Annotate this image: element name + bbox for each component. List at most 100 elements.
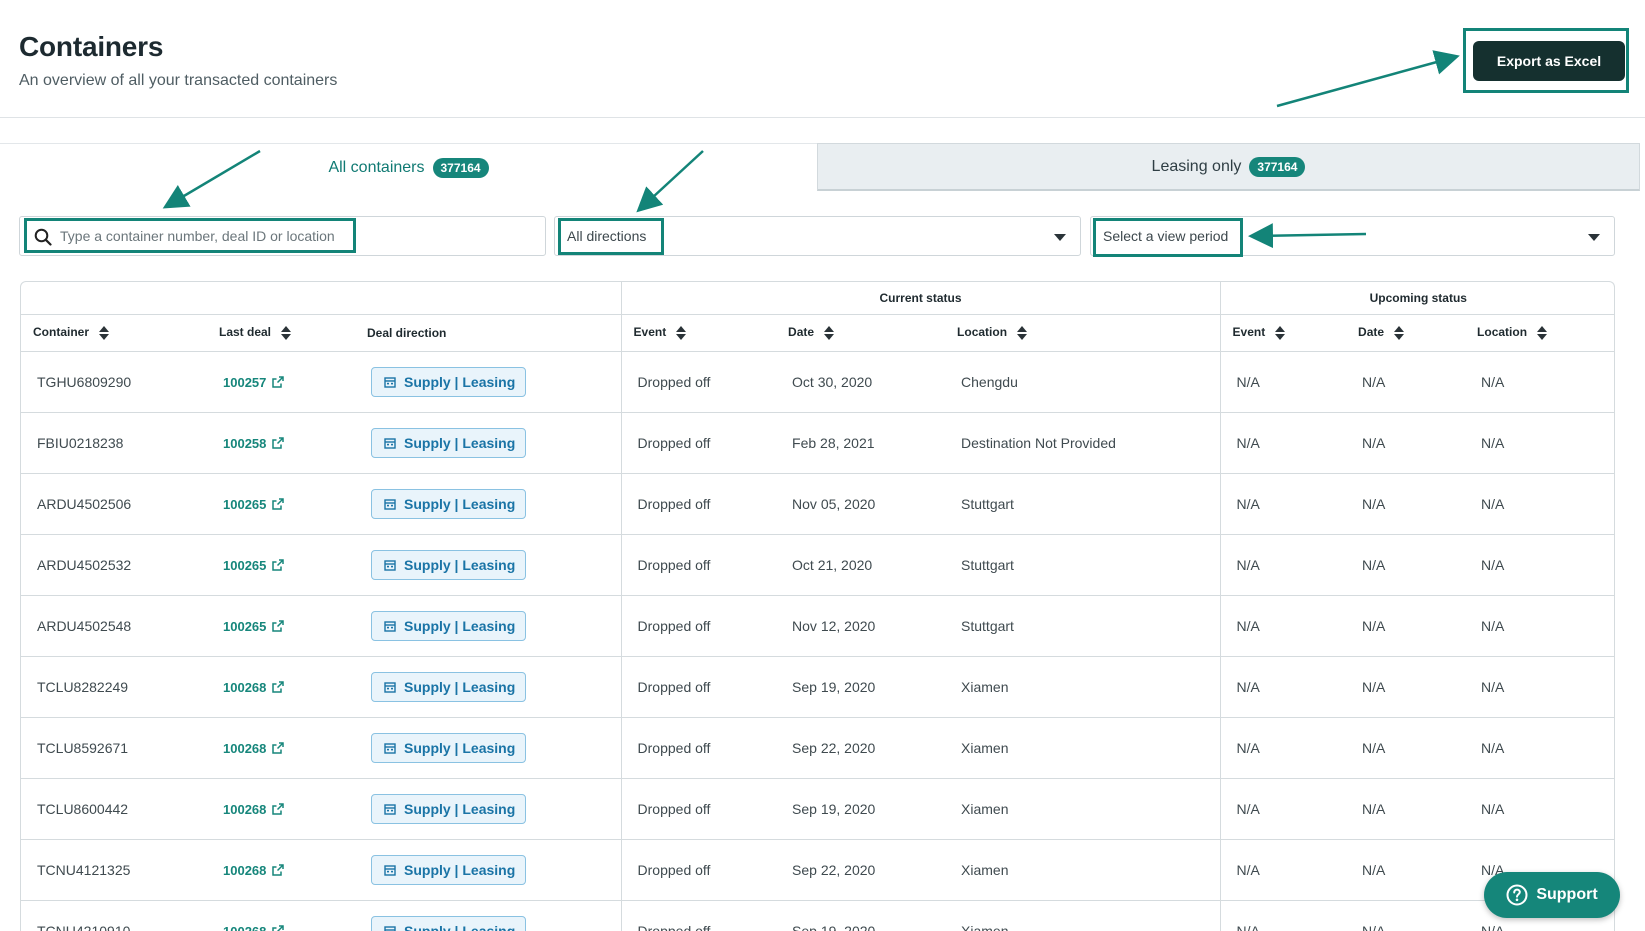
deal-direction-cell: Supply | Leasing	[355, 717, 622, 779]
chevron-down-icon	[1054, 234, 1066, 241]
column-header-deal-direction: Deal direction	[355, 314, 622, 352]
table-row[interactable]: TCLU8600442 100268 Supply | Leasing Drop…	[21, 778, 1614, 840]
tab-label: Leasing only	[1151, 157, 1242, 175]
sort-icon[interactable]	[1394, 325, 1405, 340]
sort-icon[interactable]	[1275, 325, 1286, 340]
upcoming-location: N/A	[1465, 778, 1614, 840]
search-input[interactable]	[60, 218, 480, 254]
deal-link[interactable]: 100265	[223, 558, 285, 573]
deal-direction-cell: Supply | Leasing	[355, 412, 622, 474]
column-header-last-deal[interactable]: Last deal	[207, 314, 355, 352]
upcoming-date: N/A	[1346, 351, 1466, 413]
current-date: Nov 12, 2020	[776, 595, 946, 657]
table-row[interactable]: TGHU6809290 100257 Supply | Leasing Drop…	[21, 351, 1614, 413]
deal-link[interactable]: 100268	[223, 863, 285, 878]
upcoming-location: N/A	[1465, 656, 1614, 718]
table-body: TGHU6809290 100257 Supply | Leasing Drop…	[21, 351, 1614, 931]
external-link-icon	[272, 376, 285, 388]
current-date: Sep 19, 2020	[776, 656, 946, 718]
last-deal-cell: 100265	[207, 534, 355, 596]
last-deal-cell: 100268	[207, 839, 355, 901]
page-title: Containers	[19, 31, 164, 62]
current-event: Dropped off	[620, 534, 777, 596]
column-label: Location	[1477, 325, 1528, 340]
deal-direction-pill: Supply | Leasing	[371, 793, 527, 824]
container-number: TCLU8592671	[21, 717, 207, 779]
deal-link[interactable]: 100258	[223, 436, 285, 451]
support-button[interactable]: Support	[1484, 872, 1620, 918]
deal-link[interactable]: 100268	[223, 680, 285, 695]
table-row[interactable]: ARDU4502506 100265 Supply | Leasing Drop…	[21, 473, 1614, 535]
tab-leasing-only[interactable]: Leasing only 377164	[817, 143, 1640, 191]
column-header-upcoming-date[interactable]: Date	[1346, 314, 1466, 352]
table-row[interactable]: TCLU8282249 100268 Supply | Leasing Drop…	[21, 656, 1614, 718]
deal-link[interactable]: 100268	[223, 924, 285, 931]
support-label: Support	[1536, 886, 1598, 903]
upcoming-event: N/A	[1219, 412, 1347, 474]
search-field[interactable]	[19, 216, 546, 256]
current-location: Xiamen	[945, 778, 1221, 840]
table-row[interactable]: FBIU0218238 100258 Supply | Leasing Drop…	[21, 412, 1614, 474]
current-event: Dropped off	[620, 717, 777, 779]
current-event: Dropped off	[620, 900, 777, 931]
chevron-down-icon	[1588, 234, 1600, 241]
sort-icon[interactable]	[1017, 325, 1028, 340]
sort-icon[interactable]	[676, 325, 687, 340]
sort-icon[interactable]	[281, 325, 292, 340]
upcoming-location: N/A	[1465, 351, 1614, 413]
current-event: Dropped off	[620, 778, 777, 840]
column-header-date[interactable]: Date	[776, 314, 946, 352]
table-row[interactable]: ARDU4502548 100265 Supply | Leasing Drop…	[21, 595, 1614, 657]
current-date: Feb 28, 2021	[776, 412, 946, 474]
deal-direction-pill: Supply | Leasing	[371, 854, 527, 885]
upcoming-event: N/A	[1219, 839, 1347, 901]
column-header-upcoming-location[interactable]: Location	[1465, 314, 1614, 352]
sort-icon[interactable]	[1537, 325, 1548, 340]
count-badge: 377164	[432, 157, 489, 178]
export-excel-button[interactable]: Export as Excel	[1473, 41, 1625, 81]
direction-select[interactable]: All directions	[554, 216, 1081, 256]
table-row[interactable]: TCNU4210910 100268 Supply | Leasing Drop…	[21, 900, 1614, 931]
deal-direction-cell: Supply | Leasing	[355, 473, 622, 535]
deal-direction-cell: Supply | Leasing	[355, 351, 622, 413]
column-label: Event	[633, 325, 667, 340]
page-header: Containers An overview of all your trans…	[0, 0, 1645, 118]
table-row[interactable]: TCNU4121325 100268 Supply | Leasing Drop…	[21, 839, 1614, 901]
calendar-icon	[384, 803, 396, 815]
deal-link[interactable]: 100265	[223, 497, 285, 512]
current-date: Sep 19, 2020	[776, 778, 946, 840]
column-header-location[interactable]: Location	[945, 314, 1221, 352]
sort-icon[interactable]	[99, 325, 110, 340]
column-header-upcoming-event[interactable]: Event	[1219, 314, 1347, 352]
upcoming-location: N/A	[1465, 717, 1614, 779]
current-location: Xiamen	[945, 900, 1221, 931]
view-period-select-value: Select a view period	[1103, 228, 1229, 244]
upcoming-date: N/A	[1346, 412, 1466, 474]
upcoming-event: N/A	[1219, 778, 1347, 840]
deal-link[interactable]: 100257	[223, 375, 285, 390]
sort-icon[interactable]	[824, 325, 835, 340]
table-row[interactable]: ARDU4502532 100265 Supply | Leasing Drop…	[21, 534, 1614, 596]
current-event: Dropped off	[620, 595, 777, 657]
calendar-icon	[384, 620, 396, 632]
upcoming-event: N/A	[1219, 717, 1347, 779]
deal-link[interactable]: 100265	[223, 619, 285, 634]
tab-label: All containers	[328, 158, 425, 176]
current-location: Xiamen	[945, 717, 1221, 779]
deal-link[interactable]: 100268	[223, 741, 285, 756]
calendar-icon	[384, 864, 396, 876]
column-header-container[interactable]: Container	[21, 314, 207, 352]
upcoming-date: N/A	[1346, 656, 1466, 718]
deal-link[interactable]: 100268	[223, 802, 285, 817]
view-period-select[interactable]: Select a view period	[1090, 216, 1615, 256]
deal-direction-pill: Supply | Leasing	[371, 915, 527, 931]
deal-direction-cell: Supply | Leasing	[355, 778, 622, 840]
deal-direction-pill: Supply | Leasing	[371, 671, 527, 702]
column-label: Container	[33, 325, 90, 340]
upcoming-date: N/A	[1346, 534, 1466, 596]
table-row[interactable]: TCLU8592671 100268 Supply | Leasing Drop…	[21, 717, 1614, 779]
container-number: TCLU8282249	[21, 656, 207, 718]
tab-all-containers[interactable]: All containers 377164	[0, 143, 817, 191]
column-header-event[interactable]: Event	[620, 314, 777, 352]
current-date: Sep 19, 2020	[776, 900, 946, 931]
